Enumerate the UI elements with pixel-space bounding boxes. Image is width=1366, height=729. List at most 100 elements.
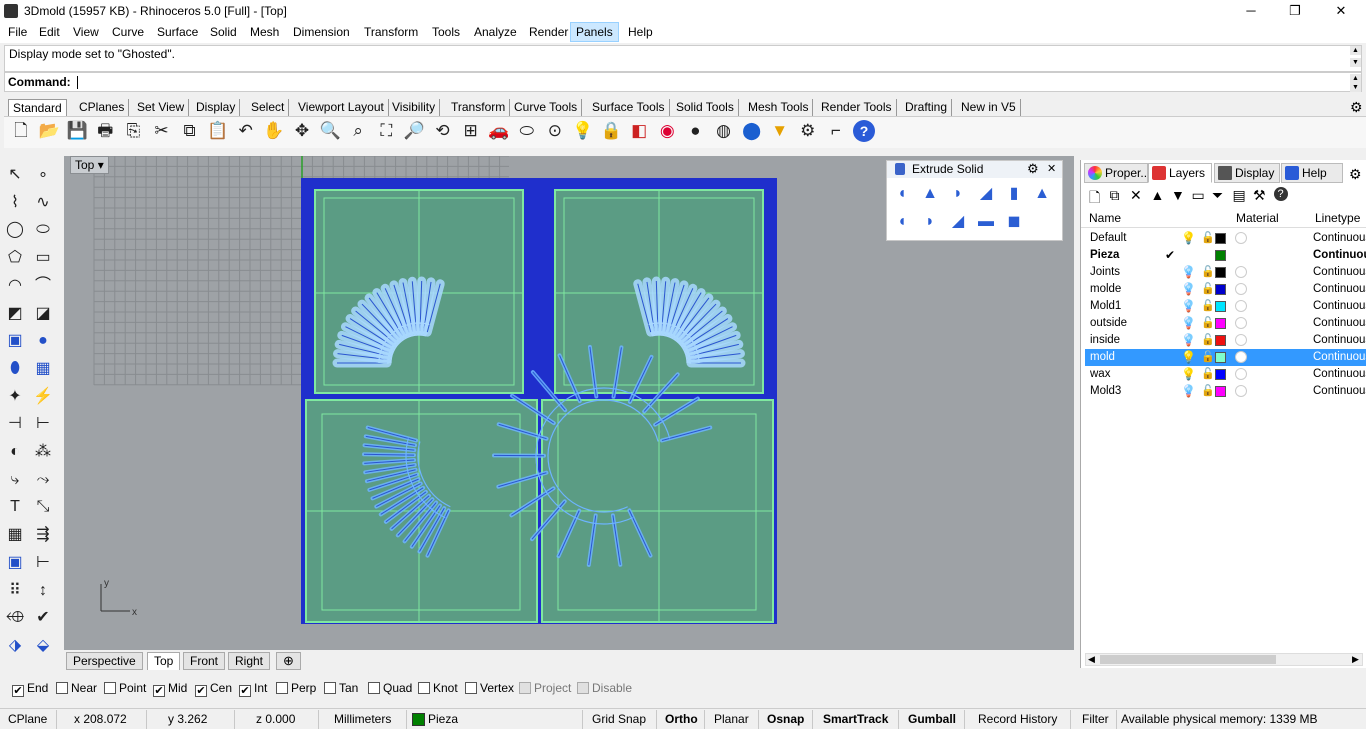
layer-color-swatch[interactable]	[1215, 386, 1226, 397]
view-tab-top[interactable]: Top	[147, 652, 181, 670]
layer-row-mold[interactable]: mold 💡 🔓 Continuous	[1085, 349, 1366, 366]
command-scroll-up[interactable]: ▲	[1350, 74, 1361, 83]
material-icon[interactable]: ⬙	[32, 635, 54, 657]
osnap-checkbox[interactable]: ✔	[195, 685, 207, 697]
unlock-icon[interactable]: 🔓	[1201, 281, 1215, 298]
layer-row-inside[interactable]: inside 💡 🔓 Continuous	[1085, 332, 1366, 349]
tab-help[interactable]: Help	[1281, 163, 1343, 183]
curve-icon[interactable]: ∿	[32, 192, 54, 214]
gumball-toggle[interactable]: Gumball	[908, 712, 956, 726]
layer-color-swatch[interactable]	[1215, 250, 1226, 261]
menu-render[interactable]: Render	[529, 25, 568, 39]
split-icon[interactable]: ⊢	[32, 413, 54, 435]
join-icon[interactable]: ⚡	[32, 386, 54, 408]
osnap-disable[interactable]: Disable	[577, 681, 632, 695]
sphere-render-icon[interactable]: ⬤	[741, 120, 763, 142]
unlock-icon[interactable]: 🔓	[1201, 349, 1215, 366]
osnap-checkbox[interactable]	[577, 682, 589, 694]
group-icon[interactable]: ⁂	[32, 441, 54, 463]
pan-icon[interactable]: ✋	[263, 120, 285, 142]
tab-surface-tools[interactable]: Surface Tools	[588, 99, 670, 116]
tab-layers[interactable]: Layers	[1148, 163, 1212, 183]
tab-transform[interactable]: Transform	[447, 99, 511, 116]
layer-color-swatch[interactable]	[1215, 318, 1226, 329]
tab-visibility[interactable]: Visibility	[388, 99, 441, 116]
lock-icon[interactable]: 🔒	[600, 120, 622, 142]
sphere-icon[interactable]: ●	[32, 330, 54, 352]
move-view-icon[interactable]: ✥	[291, 120, 313, 142]
material-circle-icon[interactable]	[1235, 232, 1247, 244]
unlock-icon[interactable]: 🔓	[1201, 264, 1215, 281]
scale-icon[interactable]: ⤡	[32, 496, 54, 518]
unlock-icon[interactable]: 🔓	[1201, 332, 1215, 349]
history-scroll-down[interactable]: ▼	[1350, 58, 1361, 67]
osnap-checkbox[interactable]	[324, 682, 336, 694]
polygon-icon[interactable]: ⬠	[4, 247, 26, 269]
layer-color-swatch[interactable]	[1215, 335, 1226, 346]
import-icon[interactable]: ⎘	[122, 120, 144, 142]
render-icon[interactable]: ⬗	[4, 635, 26, 657]
material-circle-icon[interactable]	[1235, 368, 1247, 380]
extrude-panel-header[interactable]: Extrude Solid ⚙ ✕	[887, 161, 1062, 178]
grid-array-icon[interactable]: ⠿	[4, 580, 26, 602]
light-bulb-icon[interactable]: 💡	[1181, 264, 1196, 281]
extrude-slab-icon[interactable]: ▮	[1003, 183, 1025, 205]
history-scroll-up[interactable]: ▲	[1350, 46, 1361, 55]
layer-properties-icon[interactable]: ▭	[1192, 187, 1205, 204]
extrude-point-icon[interactable]: ▲	[1031, 183, 1053, 205]
view-tab-right[interactable]: Right	[228, 652, 271, 670]
viewport-title-tab[interactable]: Top ▾	[70, 156, 109, 174]
status-cplane[interactable]: CPlane	[8, 712, 47, 726]
sphere-shaded-icon[interactable]: ●	[684, 120, 706, 142]
menu-analyze[interactable]: Analyze	[474, 25, 517, 39]
record-history-toggle[interactable]: Record History	[978, 712, 1057, 726]
new-sublayer-icon[interactable]: ⧉	[1110, 187, 1120, 204]
gear-icon[interactable]: ⚙	[1027, 161, 1039, 177]
unlock-icon[interactable]: 🔓	[1201, 230, 1215, 247]
layer-color-swatch[interactable]	[1215, 352, 1226, 363]
surface-corner-icon[interactable]: ◩	[4, 303, 26, 325]
rectangle-icon[interactable]: ▭	[32, 247, 54, 269]
osnap-checkbox[interactable]	[418, 682, 430, 694]
tab-drafting[interactable]: Drafting	[901, 99, 953, 116]
scroll-thumb[interactable]	[1100, 655, 1276, 664]
sphere-rendered-icon[interactable]: ◍	[713, 120, 735, 142]
minimize-button[interactable]: ─	[1228, 0, 1274, 22]
gear-settings-icon[interactable]: ⚙	[797, 120, 819, 142]
menu-edit[interactable]: Edit	[39, 25, 60, 39]
paint-bucket-icon[interactable]: ◧	[628, 120, 650, 142]
menu-help[interactable]: Help	[628, 25, 653, 39]
trim-icon[interactable]: ⊣	[4, 413, 26, 435]
osnap-quad[interactable]: Quad	[368, 681, 412, 695]
menu-transform[interactable]: Transform	[364, 25, 418, 39]
extrude-cone-icon[interactable]: ▲	[919, 183, 941, 205]
tab-set-view[interactable]: Set View	[133, 99, 190, 116]
menu-file[interactable]: File	[8, 25, 27, 39]
material-circle-icon[interactable]	[1235, 351, 1247, 363]
menu-surface[interactable]: Surface	[157, 25, 198, 39]
array-icon[interactable]: ▦	[4, 524, 26, 546]
unlock-icon[interactable]: 🔓	[1201, 298, 1215, 315]
menu-solid[interactable]: Solid	[210, 25, 237, 39]
close-button[interactable]: ✕	[1318, 0, 1364, 22]
light-bulb-icon[interactable]: 💡	[1181, 383, 1196, 400]
osnap-perp[interactable]: Perp	[276, 681, 316, 695]
status-units[interactable]: Millimeters	[334, 712, 391, 726]
rubber-icon[interactable]: ⬭	[516, 120, 538, 142]
command-line[interactable]: Command: ▲ ▼	[4, 72, 1362, 92]
osnap-checkbox[interactable]: ✔	[12, 685, 24, 697]
tab-solid-tools[interactable]: Solid Tools	[672, 99, 739, 116]
ellipse-icon[interactable]: ⬭	[32, 219, 54, 241]
layer-row-default[interactable]: Default 💡 🔓 Continuous	[1085, 230, 1366, 247]
menu-curve[interactable]: Curve	[112, 25, 144, 39]
new-icon[interactable]: 🗋	[10, 120, 32, 142]
extrude-tapered-icon[interactable]: ◗	[947, 183, 969, 205]
layer-row-wax[interactable]: wax 💡 🔓 Continuous	[1085, 366, 1366, 383]
blend-icon[interactable]: ⤳	[32, 469, 54, 491]
print-icon[interactable]: 🖶	[94, 120, 116, 142]
layer-row-mold1[interactable]: Mold1 💡 🔓 Continuous	[1085, 298, 1366, 315]
menu-dimension[interactable]: Dimension	[293, 25, 350, 39]
extrude-fin-icon[interactable]: ◗	[919, 211, 941, 233]
menu-tools[interactable]: Tools	[432, 25, 460, 39]
open-icon[interactable]: 📂	[38, 120, 60, 142]
